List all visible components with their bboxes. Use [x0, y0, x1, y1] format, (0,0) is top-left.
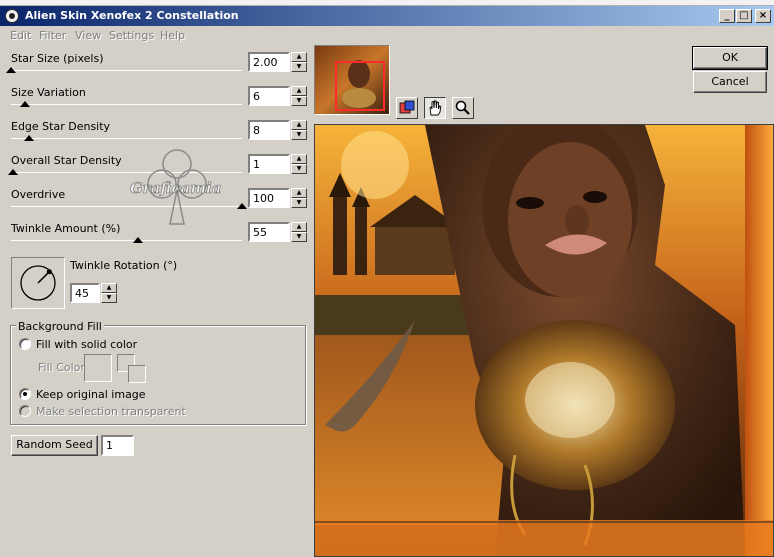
watermark-text: Graficamia	[130, 179, 221, 197]
spin-up-icon[interactable]: ▲	[291, 86, 307, 96]
hand-pan-icon	[429, 100, 442, 116]
spin-down-icon[interactable]: ▼	[291, 96, 307, 106]
thumbnail-navigator[interactable]	[314, 45, 390, 115]
slider-thumb[interactable]	[8, 169, 19, 175]
spinner[interactable]: ▲ ▼	[291, 188, 307, 208]
preview-toggle-button[interactable]	[396, 97, 418, 119]
menu-settings[interactable]: Settings	[109, 29, 154, 42]
value-field[interactable]: 8	[248, 120, 290, 140]
slider-thumb[interactable]	[237, 203, 247, 209]
value-field[interactable]: 2.00	[248, 52, 290, 72]
param-label: Twinkle Amount (%)	[11, 222, 121, 235]
random-seed-field[interactable]: 1	[101, 435, 134, 456]
spin-up-icon[interactable]: ▲	[291, 52, 307, 62]
rotation-spinner[interactable]: ▲ ▼	[101, 283, 117, 303]
value-field[interactable]: 100	[248, 188, 290, 208]
slider-track[interactable]	[11, 70, 242, 71]
param-label: Edge Star Density	[11, 120, 111, 133]
value-field[interactable]: 55	[248, 222, 290, 242]
param-label: Star Size (pixels)	[11, 52, 104, 65]
spin-down-icon[interactable]: ▼	[291, 198, 307, 208]
spin-up-icon[interactable]: ▲	[291, 222, 307, 232]
menu-edit[interactable]: Edit	[10, 29, 31, 42]
hand-tool-button[interactable]	[424, 97, 446, 119]
slider-track[interactable]	[11, 104, 242, 105]
preview-zoom-icon	[399, 100, 415, 114]
magnifier-icon	[455, 100, 470, 115]
cancel-button[interactable]: Cancel	[693, 71, 767, 93]
maximize-button[interactable]: □	[736, 9, 752, 23]
preview-pane[interactable]	[314, 124, 774, 557]
param-label: Overdrive	[11, 188, 66, 201]
rotation-dial[interactable]	[11, 257, 65, 309]
watermark-logo: Graficamia	[130, 149, 222, 225]
spinner[interactable]: ▲ ▼	[291, 120, 307, 140]
slider-thumb[interactable]	[19, 101, 30, 107]
spin-up-icon[interactable]: ▲	[291, 188, 307, 198]
spin-down-icon[interactable]: ▼	[291, 130, 307, 140]
plugin-dialog: Alien Skin Xenofex 2 Constellation _ □ ×…	[0, 0, 774, 557]
radio-make-transparent-label[interactable]: Make selection transparent	[36, 405, 186, 418]
rotation-dial-face	[20, 265, 56, 301]
param-label: Overall Star Density	[11, 154, 122, 167]
menu-help[interactable]: Help	[160, 29, 185, 42]
spin-up-icon[interactable]: ▲	[101, 283, 117, 293]
fill-color-label: Fill Color	[38, 361, 85, 374]
background-fill-title: Background Fill	[16, 320, 104, 333]
ok-button[interactable]: OK	[692, 46, 768, 70]
spinner[interactable]: ▲ ▼	[291, 154, 307, 174]
spin-down-icon[interactable]: ▼	[291, 164, 307, 174]
slider-thumb[interactable]	[6, 67, 16, 73]
radio-keep-original-label[interactable]: Keep original image	[36, 388, 146, 401]
value-field[interactable]: 1	[248, 154, 290, 174]
fill-color-swatch-tertiary[interactable]	[128, 365, 146, 383]
param-label: Size Variation	[11, 86, 86, 99]
menu-view[interactable]: View	[75, 29, 101, 42]
value-field[interactable]: 6	[248, 86, 290, 106]
slider-track[interactable]	[11, 138, 242, 139]
twinkle-rotation-label: Twinkle Rotation (°)	[70, 259, 178, 272]
zoom-tool-button[interactable]	[452, 97, 474, 119]
menu-bar: Edit Filter View Settings Help	[0, 27, 310, 45]
spin-down-icon[interactable]: ▼	[291, 232, 307, 242]
minimize-button[interactable]: _	[719, 9, 735, 23]
thumbnail-image	[315, 46, 389, 114]
fill-color-swatch[interactable]	[84, 354, 112, 382]
spinner[interactable]: ▲ ▼	[291, 52, 307, 72]
menu-filter[interactable]: Filter	[39, 29, 66, 42]
rotation-value-field[interactable]: 45	[70, 283, 100, 303]
title-bar[interactable]: Alien Skin Xenofex 2 Constellation _ □ ×	[0, 6, 774, 26]
spin-down-icon[interactable]: ▼	[101, 293, 117, 303]
app-icon	[5, 9, 19, 23]
window-title: Alien Skin Xenofex 2 Constellation	[25, 9, 239, 22]
spin-down-icon[interactable]: ▼	[291, 62, 307, 72]
spin-up-icon[interactable]: ▲	[291, 120, 307, 130]
radio-solid-color-label[interactable]: Fill with solid color	[36, 338, 137, 351]
spinner[interactable]: ▲ ▼	[291, 222, 307, 242]
close-button[interactable]: ×	[755, 9, 771, 23]
radio-solid-color[interactable]	[19, 338, 31, 350]
radio-keep-original[interactable]	[19, 388, 31, 400]
slider-thumb[interactable]	[24, 135, 35, 141]
slider-track[interactable]	[11, 240, 242, 241]
preview-image	[315, 125, 773, 556]
radio-make-transparent[interactable]	[19, 405, 31, 417]
slider-thumb[interactable]	[133, 237, 144, 243]
spin-up-icon[interactable]: ▲	[291, 154, 307, 164]
spinner[interactable]: ▲ ▼	[291, 86, 307, 106]
random-seed-button[interactable]: Random Seed	[11, 435, 98, 456]
